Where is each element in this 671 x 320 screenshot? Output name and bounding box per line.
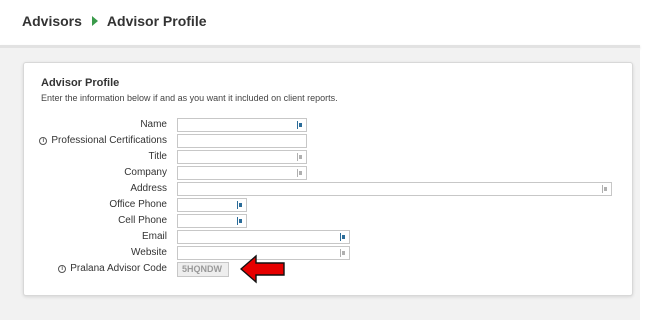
certifications-label: Professional Certifications <box>51 135 167 146</box>
company-label: Company <box>124 167 167 178</box>
breadcrumb-current: Advisor Profile <box>106 13 207 29</box>
email-label: Email <box>141 231 167 242</box>
breadcrumb-separator-icon <box>91 16 98 26</box>
page-header: Advisors Advisor Profile <box>0 0 671 46</box>
website-row: Website <box>24 246 632 260</box>
autofill-icon[interactable] <box>297 153 303 161</box>
autofill-icon[interactable] <box>297 121 303 129</box>
name-row: Name <box>24 118 632 132</box>
office-phone-row: Office Phone <box>24 198 632 212</box>
autofill-icon[interactable] <box>602 185 608 193</box>
office-phone-input[interactable] <box>177 198 247 212</box>
advisor-code-label-wrap: i Pralana Advisor Code <box>58 262 167 276</box>
address-input[interactable] <box>177 182 612 196</box>
info-icon[interactable]: i <box>58 265 67 273</box>
office-phone-label: Office Phone <box>109 199 167 210</box>
title-row: Title <box>24 150 632 164</box>
cell-phone-input[interactable] <box>177 214 247 228</box>
company-input[interactable] <box>177 166 307 180</box>
certifications-input[interactable] <box>177 134 307 148</box>
name-label: Name <box>140 119 167 130</box>
email-input[interactable] <box>177 230 350 244</box>
autofill-icon[interactable] <box>237 201 243 209</box>
card-description: Enter the information below if and as yo… <box>41 93 338 103</box>
title-input[interactable] <box>177 150 307 164</box>
advisor-profile-card: Advisor Profile Enter the information be… <box>23 62 633 296</box>
red-arrow-callout <box>240 254 285 284</box>
title-label: Title <box>148 151 167 162</box>
cell-phone-row: Cell Phone <box>24 214 632 228</box>
advisor-code-label: Pralana Advisor Code <box>70 263 167 274</box>
info-icon[interactable]: i <box>39 137 48 145</box>
advisor-code-input: 5HQNDW <box>177 262 229 277</box>
breadcrumb: Advisors Advisor Profile <box>22 13 207 29</box>
company-row: Company <box>24 166 632 180</box>
advisor-code-row: i Pralana Advisor Code 5HQNDW <box>24 262 632 277</box>
certifications-label-wrap: i Professional Certifications <box>39 134 167 148</box>
address-label: Address <box>130 183 167 194</box>
email-row: Email <box>24 230 632 244</box>
certifications-row: i Professional Certifications <box>24 134 632 148</box>
website-label: Website <box>131 247 167 258</box>
autofill-icon[interactable] <box>297 169 303 177</box>
autofill-icon[interactable] <box>340 233 346 241</box>
address-row: Address <box>24 182 632 196</box>
autofill-icon[interactable] <box>237 217 243 225</box>
breadcrumb-advisors-link[interactable]: Advisors <box>22 13 82 29</box>
cell-phone-label: Cell Phone <box>118 215 167 226</box>
card-title: Advisor Profile <box>41 77 120 89</box>
name-input[interactable] <box>177 118 307 132</box>
autofill-icon[interactable] <box>340 249 346 257</box>
